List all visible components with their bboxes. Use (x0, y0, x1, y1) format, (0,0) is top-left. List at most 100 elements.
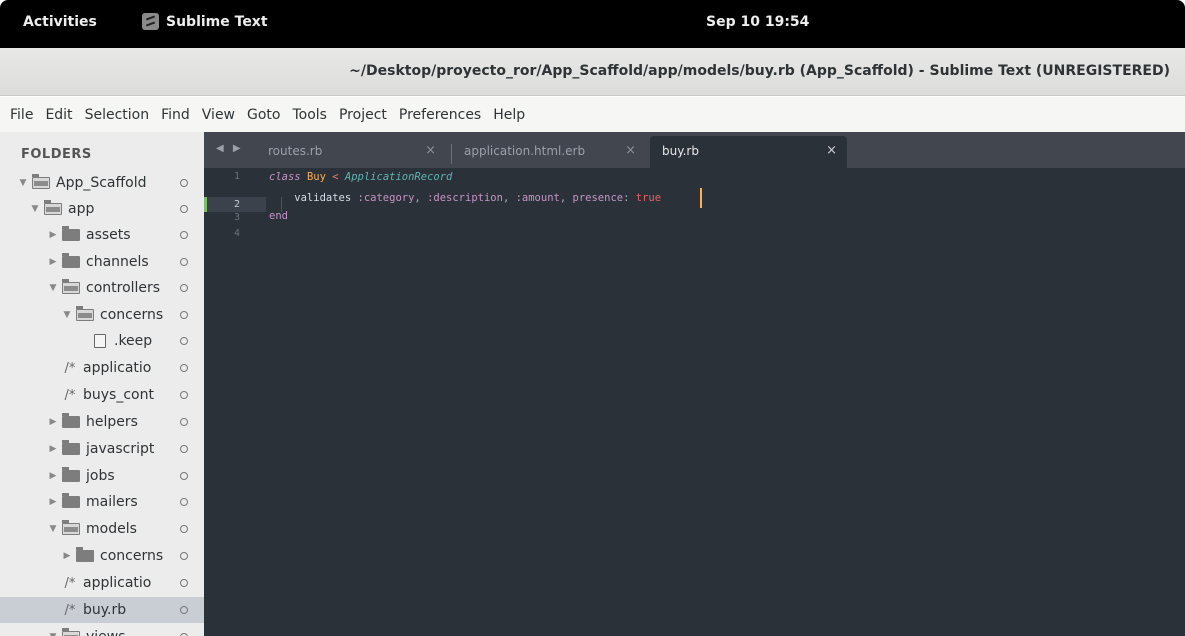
folder-icon (62, 467, 80, 482)
sidebar-item-mailers[interactable]: ▶ mailers (0, 489, 204, 515)
app-name-label: Sublime Text (166, 13, 268, 30)
close-circle-icon[interactable] (180, 231, 188, 239)
code-token: : (623, 192, 636, 204)
close-circle-icon[interactable] (180, 311, 188, 319)
disclosure-collapsed-icon[interactable]: ▶ (48, 230, 58, 240)
sidebar-item-jobs[interactable]: ▶ jobs (0, 463, 204, 489)
sidebar-item-app-scaffold[interactable]: ▼ App_Scaffold (0, 170, 204, 196)
sidebar-item-helpers[interactable]: ▶ helpers (0, 409, 204, 435)
tab-application-html-erb[interactable]: application.html.erb × (452, 136, 646, 168)
close-circle-icon[interactable] (180, 337, 188, 345)
disclosure-expanded-icon[interactable]: ▼ (48, 283, 58, 293)
tab-close-icon[interactable]: × (625, 143, 636, 158)
code-token: class (269, 171, 301, 183)
tab-close-icon[interactable]: × (425, 143, 436, 158)
line-number-gutter: 1 2 3 4 (204, 168, 262, 636)
code-token: true (635, 192, 662, 204)
menu-file[interactable]: File (4, 107, 39, 123)
sidebar-item-keep[interactable]: .keep (0, 328, 204, 354)
window-title-bar[interactable]: ~/Desktop/proyecto_ror/App_Scaffold/app/… (0, 48, 1185, 96)
menu-edit[interactable]: Edit (39, 107, 78, 123)
folder-icon (76, 547, 94, 562)
close-circle-icon[interactable] (180, 472, 188, 480)
tab-buy-rb[interactable]: buy.rb × (650, 136, 847, 168)
close-circle-icon[interactable] (180, 179, 188, 187)
close-circle-icon[interactable] (180, 606, 188, 614)
folder-open-icon (62, 628, 80, 636)
window-title: ~/Desktop/proyecto_ror/App_Scaffold/app/… (349, 63, 1170, 79)
tab-navigation-arrows-icon[interactable]: ◀ ▶ (216, 143, 244, 154)
sidebar-item-controllers[interactable]: ▼ controllers (0, 275, 204, 301)
tab-label: application.html.erb (464, 144, 586, 158)
sidebar-item-label: controllers (86, 280, 161, 296)
menu-find[interactable]: Find (155, 107, 196, 123)
disclosure-collapsed-icon[interactable]: ▶ (48, 497, 58, 507)
menu-view[interactable]: View (196, 107, 241, 123)
sidebar-item-applicatio[interactable]: /* applicatio (0, 355, 204, 381)
disclosure-collapsed-icon[interactable]: ▶ (48, 471, 58, 481)
sidebar-item-buy-rb[interactable]: /* buy.rb (0, 597, 204, 623)
app-menu-button[interactable]: Sublime Text (142, 13, 268, 30)
close-circle-icon[interactable] (180, 391, 188, 399)
code-line-1: class Buy < ApplicationRecord (269, 171, 452, 186)
text-cursor (700, 188, 702, 208)
sidebar-item-buys-cont[interactable]: /* buys_cont (0, 382, 204, 408)
close-circle-icon[interactable] (180, 205, 188, 213)
line-number: 1 (233, 171, 240, 182)
close-circle-icon[interactable] (180, 498, 188, 506)
disclosure-collapsed-icon[interactable]: ▶ (48, 417, 58, 427)
menu-goto[interactable]: Goto (241, 107, 286, 123)
close-circle-icon[interactable] (180, 258, 188, 266)
close-circle-icon[interactable] (180, 364, 188, 372)
menu-preferences[interactable]: Preferences (393, 107, 487, 123)
sidebar-item-label: applicatio (83, 360, 152, 376)
gnome-top-bar: Activities Sublime Text Sep 10 19:54 (0, 0, 1185, 48)
sidebar-item-concerns[interactable]: ▼ concerns (0, 302, 204, 328)
folder-icon (62, 440, 80, 455)
disclosure-expanded-icon[interactable]: ▼ (48, 632, 58, 636)
sidebar-item-label: channels (86, 254, 149, 270)
folder-icon (62, 253, 80, 268)
disclosure-expanded-icon[interactable]: ▼ (48, 524, 58, 534)
folder-icon (62, 226, 80, 241)
close-circle-icon[interactable] (180, 418, 188, 426)
sidebar-item-label: .keep (114, 333, 153, 349)
sidebar-item-concerns[interactable]: ▶ concerns (0, 543, 204, 569)
code-editor[interactable]: 1 2 3 4 class Buy < ApplicationRecord va… (204, 168, 1185, 636)
tab-routes[interactable]: routes.rb × (256, 136, 446, 168)
code-token: , (414, 192, 428, 204)
disclosure-expanded-icon[interactable]: ▼ (18, 178, 28, 188)
sidebar-item-models[interactable]: ▼ models (0, 516, 204, 542)
disclosure-collapsed-icon[interactable]: ▶ (62, 551, 72, 561)
menu-project[interactable]: Project (333, 107, 393, 123)
sidebar-item-label: concerns (100, 548, 164, 564)
sidebar-item-javascript[interactable]: ▶ javascript (0, 436, 204, 462)
close-circle-icon[interactable] (180, 284, 188, 292)
menu-bar: File Edit Selection Find View Goto Tools… (0, 97, 1185, 132)
menu-tools[interactable]: Tools (286, 107, 333, 123)
sidebar-item-channels[interactable]: ▶ channels (0, 249, 204, 275)
close-circle-icon[interactable] (180, 445, 188, 453)
disclosure-collapsed-icon[interactable]: ▶ (48, 257, 58, 267)
disclosure-expanded-icon[interactable]: ▼ (30, 204, 40, 214)
disclosure-collapsed-icon[interactable]: ▶ (48, 444, 58, 454)
disclosure-expanded-icon[interactable]: ▼ (62, 310, 72, 320)
code-token: , (559, 192, 573, 204)
sidebar-item-applicatio[interactable]: /* applicatio (0, 570, 204, 596)
activities-button[interactable]: Activities (23, 14, 97, 30)
folder-icon (62, 413, 80, 428)
clock-button[interactable]: Sep 10 19:54 (706, 14, 809, 30)
sidebar-item-views[interactable]: ▼ views (0, 624, 204, 636)
menu-help[interactable]: Help (487, 107, 531, 123)
tab-close-icon[interactable]: × (826, 143, 837, 158)
code-token: Buy (306, 171, 326, 183)
close-circle-icon[interactable] (180, 552, 188, 560)
sidebar-item-label: applicatio (83, 575, 152, 591)
close-circle-icon[interactable] (180, 579, 188, 587)
code-file-icon: /* (64, 602, 76, 618)
sidebar-item-label: App_Scaffold (56, 175, 147, 191)
sidebar-item-assets[interactable]: ▶ assets (0, 222, 204, 248)
sidebar-item-app[interactable]: ▼ app (0, 196, 204, 222)
menu-selection[interactable]: Selection (79, 107, 156, 123)
close-circle-icon[interactable] (180, 525, 188, 533)
